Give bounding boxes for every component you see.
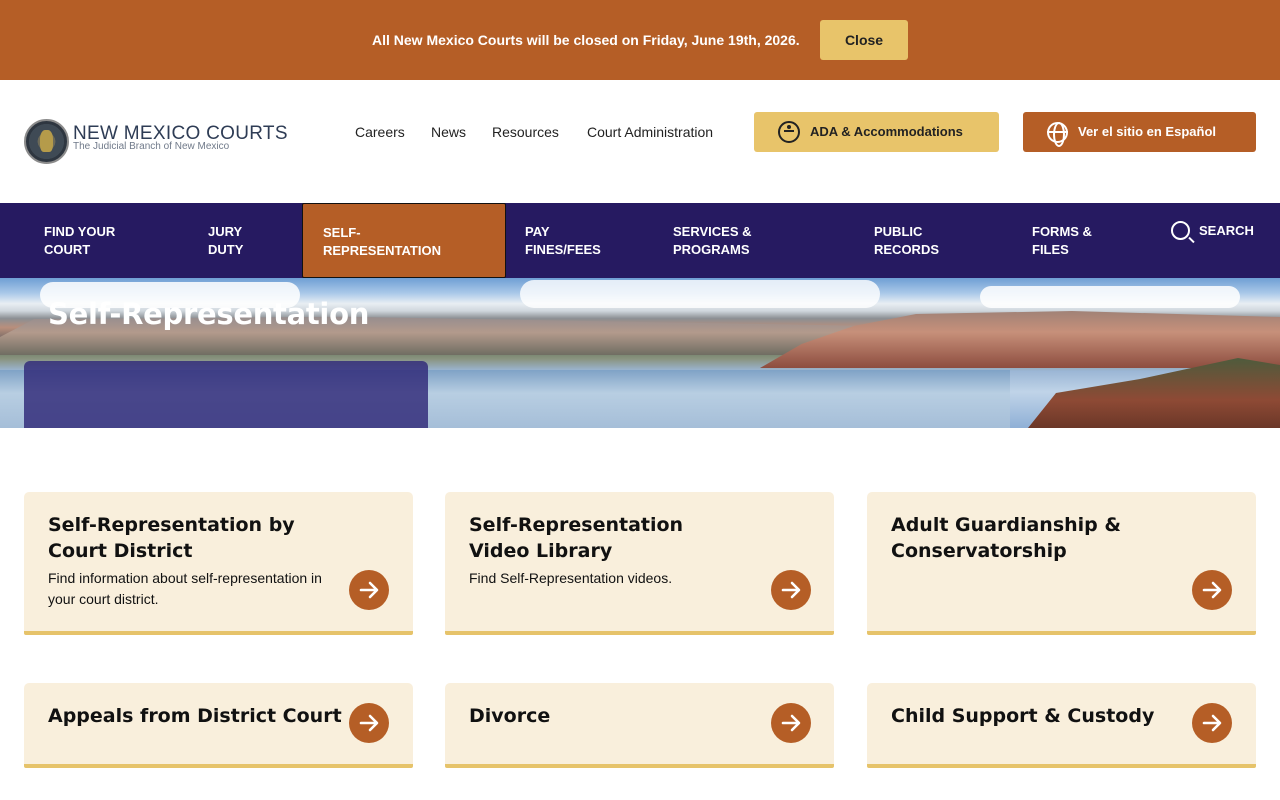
card-video-library[interactable]: Self-Representation Video Library Find S…	[445, 492, 834, 635]
card-adult-guardianship[interactable]: Adult Guardianship & Conservatorship	[867, 492, 1256, 635]
nav-item-label: Pay fines/fees	[525, 224, 601, 257]
nav-item-self-representation[interactable]: Self-representation	[302, 203, 506, 278]
card-divorce[interactable]: Divorce	[445, 683, 834, 768]
card-title: Divorce	[469, 705, 551, 727]
nav-item-label: Find your court	[44, 224, 116, 257]
hero-cloud	[980, 286, 1240, 308]
nav-item-pay-fines-fees[interactable]: Pay fines/fees	[505, 203, 655, 278]
nav-item-label: Jury duty	[208, 224, 244, 257]
closure-alert-banner: All New Mexico Courts will be closed on …	[0, 0, 1280, 80]
arrow-right-icon[interactable]	[771, 703, 811, 743]
ada-button-label: ADA & Accommodations	[810, 124, 963, 139]
search-icon[interactable]	[1171, 221, 1190, 240]
search-label[interactable]: SEARCH	[1199, 223, 1254, 238]
page-title: Self-Representation	[48, 297, 370, 331]
hero-banner: Self-Representation	[0, 278, 1280, 428]
arrow-right-icon[interactable]	[349, 570, 389, 610]
top-link-resources[interactable]: Resources	[492, 124, 559, 140]
globe-icon	[1047, 122, 1068, 147]
arrow-right-icon[interactable]	[1192, 703, 1232, 743]
card-self-representation-by-district[interactable]: Self-Representation by Court District Fi…	[24, 492, 413, 635]
hero-red-cliff	[760, 311, 1280, 368]
arrow-right-icon[interactable]	[1192, 570, 1232, 610]
arrow-right-icon[interactable]	[349, 703, 389, 743]
alert-close-button[interactable]: Close	[820, 20, 908, 60]
hero-title-box	[24, 361, 428, 428]
hero-cloud	[520, 280, 880, 308]
alert-message: All New Mexico Courts will be closed on …	[372, 32, 800, 48]
nav-item-find-your-court[interactable]: Find your court	[24, 203, 164, 278]
nav-item-forms-files[interactable]: Forms & files	[1012, 203, 1152, 278]
site-header: NEW MEXICO COURTS The Judicial Branch of…	[0, 80, 1280, 203]
nav-item-label: Self-representation	[323, 225, 441, 258]
card-description: Find information about self-representati…	[48, 570, 322, 607]
hero-rocks	[1028, 358, 1280, 428]
card-title: Adult Guardianship & Conservatorship	[891, 514, 1121, 562]
court-seal-logo[interactable]	[24, 119, 69, 164]
nav-item-label: Forms & files	[1032, 224, 1092, 257]
card-child-support-custody[interactable]: Child Support & Custody	[867, 683, 1256, 768]
card-title: Appeals from District Court	[48, 705, 342, 727]
spanish-button-label: Ver el sitio en Español	[1078, 124, 1216, 139]
logo-subtitle: The Judicial Branch of New Mexico	[73, 141, 230, 152]
ada-accommodations-button[interactable]: ADA & Accommodations	[754, 112, 999, 152]
card-appeals-district-court[interactable]: Appeals from District Court	[24, 683, 413, 768]
top-link-careers[interactable]: Careers	[355, 124, 405, 140]
nav-item-services-programs[interactable]: Services & programs	[653, 203, 843, 278]
nav-item-label: Public records	[874, 224, 940, 257]
nav-item-public-records[interactable]: Public records	[854, 203, 1004, 278]
accessibility-icon	[778, 121, 800, 143]
main-nav: Find your court Jury duty Self-represent…	[0, 203, 1280, 278]
nav-item-jury-duty[interactable]: Jury duty	[188, 203, 298, 278]
card-title: Self-Representation Video Library	[469, 514, 684, 562]
arrow-right-icon[interactable]	[771, 570, 811, 610]
top-link-news[interactable]: News	[431, 124, 466, 140]
top-link-court-administration[interactable]: Court Administration	[587, 124, 713, 140]
nav-item-label: Services & programs	[673, 224, 752, 257]
spanish-site-button[interactable]: Ver el sitio en Español	[1023, 112, 1256, 152]
card-title: Child Support & Custody	[891, 705, 1155, 727]
card-description: Find Self-Representation videos.	[469, 570, 673, 586]
card-title: Self-Representation by Court District	[48, 514, 295, 562]
